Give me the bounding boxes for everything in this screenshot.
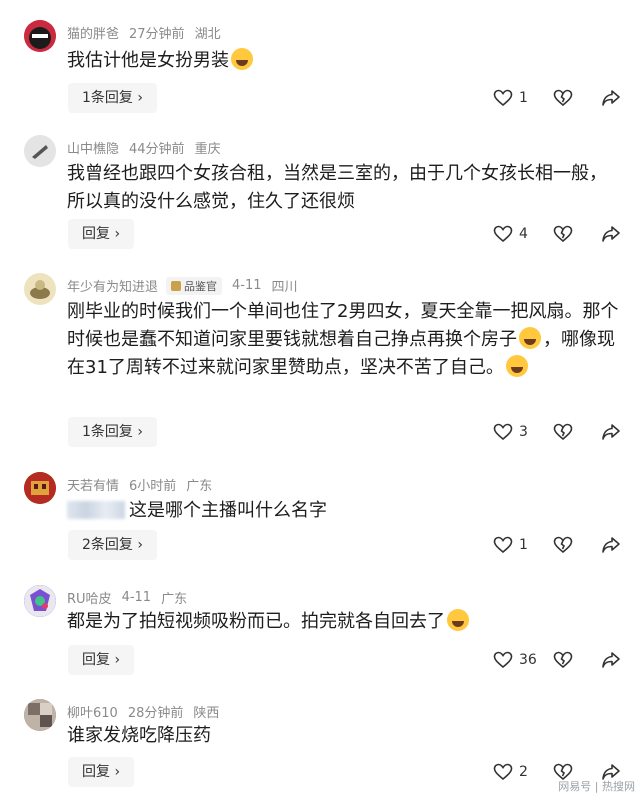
comment-text: 我估计他是女扮男装 xyxy=(67,47,622,75)
crying-laughing-emoji-icon xyxy=(447,609,469,631)
comment-actions: 1 xyxy=(493,530,621,560)
comment-location: 广东 xyxy=(161,592,188,607)
grinning-sweat-emoji-icon xyxy=(231,48,253,70)
username[interactable]: 猫的胖爸 xyxy=(67,23,119,42)
avatar[interactable] xyxy=(24,699,56,731)
heart-icon xyxy=(493,763,513,781)
share-arrow-icon[interactable] xyxy=(601,89,621,107)
blurred-mention xyxy=(67,501,125,519)
comment-time: 4-11 xyxy=(232,278,262,293)
like-count: 3 xyxy=(519,424,528,440)
avatar[interactable] xyxy=(24,472,56,504)
comment-location: 湖北 xyxy=(194,27,221,42)
broken-heart-icon[interactable] xyxy=(553,89,573,107)
heart-icon xyxy=(493,423,513,441)
comment-time: 6小时前 xyxy=(129,479,177,494)
crying-laughing-emoji-icon xyxy=(519,327,541,349)
broken-heart-icon[interactable] xyxy=(553,536,573,554)
comment-item: 年少有为知进退 品鉴官 4-11 四川 刚毕业的时候我们一个单间也住了2男四女，… xyxy=(0,273,643,453)
comment-text-content: 我估计他是女扮男装 xyxy=(67,50,229,71)
comment-item: 天若有情 6小时前 广东 这是哪个主播叫什么名字 2条回复 › 1 xyxy=(0,472,643,567)
like-count: 1 xyxy=(519,537,528,553)
reply-button[interactable]: 回复 › xyxy=(68,645,135,675)
like-button[interactable]: 36 xyxy=(493,651,553,669)
reply-button[interactable]: 2条回复 › xyxy=(68,530,157,560)
avatar[interactable] xyxy=(24,273,56,305)
heart-icon xyxy=(493,225,513,243)
heart-icon xyxy=(493,536,513,554)
comment-text: 都是为了拍短视频吸粉而已。拍完就各自回去了 xyxy=(67,608,622,636)
share-arrow-icon[interactable] xyxy=(601,651,621,669)
comment-text-content: 这是哪个主播叫什么名字 xyxy=(129,500,327,521)
broken-heart-icon[interactable] xyxy=(553,225,573,243)
avatar[interactable] xyxy=(24,585,56,617)
username[interactable]: 山中樵隐 xyxy=(67,138,119,157)
comment-meta: 山中樵隐 44分钟前 重庆 xyxy=(67,138,221,157)
broken-heart-icon[interactable] xyxy=(553,651,573,669)
comment-actions: 4 xyxy=(493,219,621,249)
status-badge: 品鉴官 xyxy=(166,276,223,295)
comment-text: 刚毕业的时候我们一个单间也住了2男四女，夏天全靠一把风扇。那个时候也是蠢不知道问… xyxy=(67,298,622,382)
comment-location: 重庆 xyxy=(194,142,221,157)
comment-text: 我曾经也跟四个女孩合租，当然是三室的，由于几个女孩长相一般，所以真的没什么感觉，… xyxy=(67,163,607,212)
comment-location: 陕西 xyxy=(193,706,220,721)
medal-icon xyxy=(171,280,182,291)
username[interactable]: 柳叶610 xyxy=(67,702,118,721)
comment-time: 44分钟前 xyxy=(129,142,185,157)
comment-meta: 天若有情 6小时前 广东 xyxy=(67,475,212,494)
like-button[interactable]: 3 xyxy=(493,423,553,441)
watermark: 网易号 | 热搜网 xyxy=(558,780,635,793)
comment-meta: RU哈皮 4-11 广东 xyxy=(67,588,187,607)
comment-time: 27分钟前 xyxy=(129,27,185,42)
like-button[interactable]: 4 xyxy=(493,225,553,243)
comment-location: 四川 xyxy=(271,280,298,295)
like-count: 36 xyxy=(519,652,537,668)
like-button[interactable]: 2 xyxy=(493,763,553,781)
reply-button[interactable]: 回复 › xyxy=(68,219,135,249)
comment-time: 28分钟前 xyxy=(127,706,184,721)
comment-meta: 猫的胖爸 27分钟前 湖北 xyxy=(67,23,221,42)
comment-meta: 柳叶610 28分钟前 陕西 xyxy=(67,702,219,721)
comment-item: 柳叶610 28分钟前 陕西 谁家发烧吃降压药 回复 › 2 xyxy=(0,699,643,794)
heart-icon xyxy=(493,651,513,669)
comment-item: 山中樵隐 44分钟前 重庆 我曾经也跟四个女孩合租，当然是三室的，由于几个女孩长… xyxy=(0,135,643,255)
broken-heart-icon[interactable] xyxy=(553,423,573,441)
comment-item: RU哈皮 4-11 广东 都是为了拍短视频吸粉而已。拍完就各自回去了 回复 › … xyxy=(0,585,643,680)
username[interactable]: RU哈皮 xyxy=(67,588,112,607)
comment-location: 广东 xyxy=(186,479,213,494)
comment-actions: 36 xyxy=(493,645,621,675)
username[interactable]: 年少有为知进退 xyxy=(67,276,158,295)
reply-button[interactable]: 1条回复 › xyxy=(68,417,157,447)
share-arrow-icon[interactable] xyxy=(601,423,621,441)
avatar[interactable] xyxy=(24,135,56,167)
badge-label: 品鉴官 xyxy=(184,279,218,293)
comment-text: 这是哪个主播叫什么名字 xyxy=(67,497,622,525)
crying-laughing-emoji-icon xyxy=(505,355,528,377)
reply-button[interactable]: 回复 › xyxy=(68,757,135,787)
comment-text-content: 都是为了拍短视频吸粉而已。拍完就各自回去了 xyxy=(67,611,445,632)
avatar[interactable] xyxy=(24,20,56,52)
reply-button[interactable]: 1条回复 › xyxy=(68,83,157,113)
share-arrow-icon[interactable] xyxy=(601,225,621,243)
like-count: 2 xyxy=(519,764,528,780)
comment-time: 4-11 xyxy=(121,590,152,605)
like-button[interactable]: 1 xyxy=(493,536,553,554)
share-arrow-icon[interactable] xyxy=(601,536,621,554)
comment-text: 谁家发烧吃降压药 xyxy=(67,725,211,746)
comment-actions: 3 xyxy=(493,417,621,447)
comment-actions: 1 xyxy=(493,83,621,113)
comment-meta: 年少有为知进退 品鉴官 4-11 四川 xyxy=(67,276,298,295)
username[interactable]: 天若有情 xyxy=(67,475,119,494)
like-button[interactable]: 1 xyxy=(493,89,553,107)
comment-item: 猫的胖爸 27分钟前 湖北 我估计他是女扮男装 1条回复 › 1 xyxy=(0,20,643,120)
like-count: 1 xyxy=(519,90,528,106)
like-count: 4 xyxy=(519,226,528,242)
heart-icon xyxy=(493,89,513,107)
